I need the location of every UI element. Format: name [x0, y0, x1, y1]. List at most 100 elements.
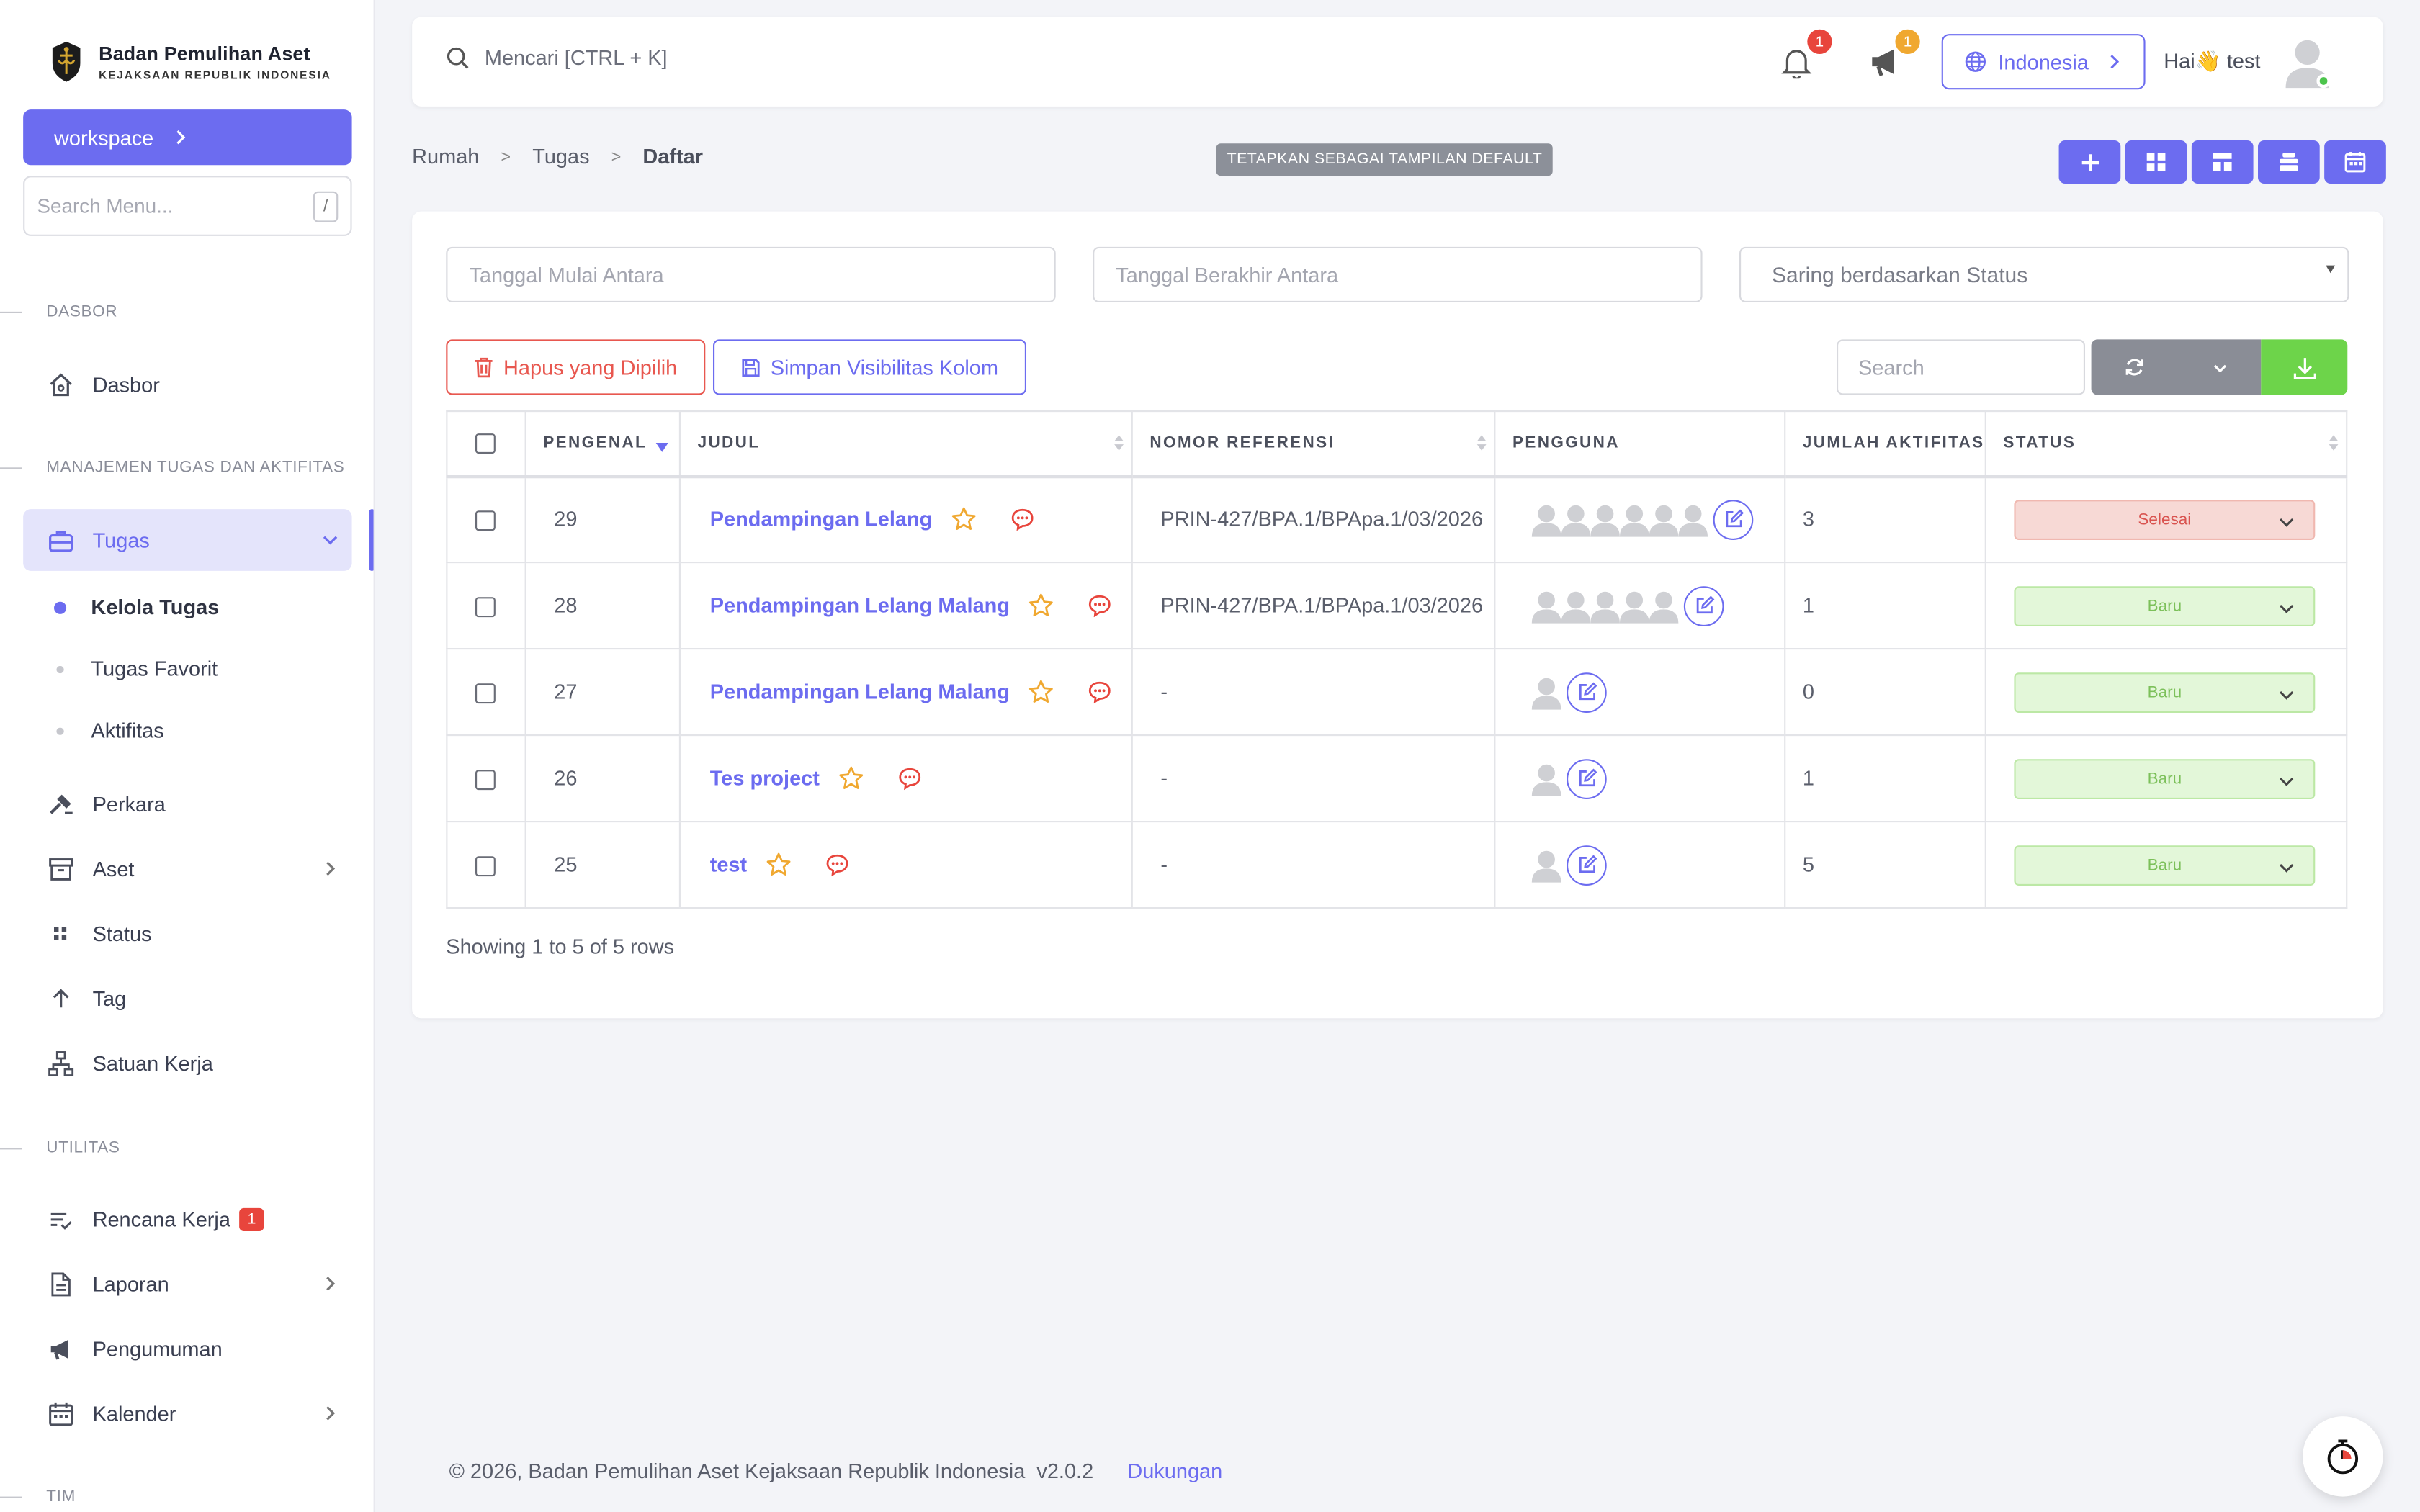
workspace-button[interactable]: workspace — [23, 109, 352, 166]
language-button[interactable]: Indonesia — [1941, 34, 2146, 90]
save-column-visibility-button[interactable]: Simpan Visibilitas Kolom — [712, 339, 1026, 395]
breadcrumb-tasks[interactable]: Tugas — [532, 145, 589, 168]
user-avatar-icon — [1531, 505, 1561, 537]
section-label-dashboard: DASBOR — [0, 302, 117, 321]
status-filter-select[interactable]: Saring berdasarkan Status — [1739, 246, 2349, 302]
comment-icon[interactable] — [1011, 508, 1034, 531]
grid-view-button[interactable] — [2125, 140, 2187, 184]
favorite-star-icon[interactable] — [1028, 593, 1054, 618]
sidebar-subitem-favorite-tasks[interactable]: Tugas Favorit — [54, 657, 218, 680]
sidebar-subitem-manage-tasks[interactable]: Kelola Tugas — [54, 595, 219, 618]
sort-desc-icon — [655, 443, 668, 452]
notifications-button[interactable]: 1 — [1780, 29, 1832, 80]
work-plan-badge: 1 — [239, 1207, 264, 1230]
menu-search-input[interactable] — [37, 194, 300, 218]
status-select[interactable]: Baru — [2014, 758, 2316, 798]
column-header-label: PENGGUNA — [1512, 433, 1620, 453]
edit-users-button[interactable] — [1713, 499, 1754, 540]
view-toolbar — [2058, 140, 2386, 184]
column-header-ref[interactable]: NOMOR REFERENSI — [1131, 410, 1496, 478]
sidebar-item-announcements[interactable]: Pengumuman — [46, 1335, 339, 1363]
briefcase-icon — [46, 526, 74, 554]
brand[interactable]: Badan Pemulihan Aset KEJAKSAAN REPUBLIK … — [50, 40, 331, 84]
list-check-icon — [46, 1205, 74, 1233]
breadcrumb-home[interactable]: Rumah — [412, 145, 479, 168]
sidebar-item-tag[interactable]: Tag — [46, 984, 339, 1012]
sidebar-item-calendar[interactable]: Kalender — [46, 1400, 339, 1428]
task-title-link[interactable]: Pendampingan Lelang Malang — [710, 680, 1010, 703]
edit-users-button[interactable] — [1567, 845, 1607, 885]
sidebar-item-status[interactable]: Status — [46, 919, 339, 948]
comment-icon[interactable] — [1088, 680, 1111, 704]
comment-icon[interactable] — [1088, 594, 1111, 618]
comment-icon[interactable] — [825, 853, 848, 877]
favorite-star-icon[interactable] — [766, 852, 792, 878]
calendar-view-button[interactable] — [2324, 140, 2386, 184]
column-header-status[interactable]: STATUS — [1984, 410, 2348, 478]
task-activity-count: 3 — [1784, 474, 1986, 564]
sidebar-item-label: Tugas — [92, 528, 150, 552]
status-select[interactable]: Baru — [2014, 672, 2316, 712]
support-link[interactable]: Dukungan — [1127, 1459, 1222, 1482]
edit-users-button[interactable] — [1683, 585, 1724, 626]
delete-selected-button[interactable]: Hapus yang Dipilih — [446, 339, 706, 395]
sidebar-item-tasks[interactable]: Tugas — [46, 526, 339, 554]
sidebar-item-label: Rencana Kerja — [92, 1207, 230, 1230]
chevron-right-icon — [176, 130, 185, 145]
edit-users-button[interactable] — [1567, 758, 1607, 798]
chevron-down-icon[interactable] — [2211, 359, 2228, 376]
online-status-indicator — [2316, 73, 2331, 89]
status-select[interactable]: Selesai — [2014, 499, 2316, 540]
table-search-input[interactable] — [1858, 355, 2074, 379]
kanban-view-button[interactable] — [2258, 140, 2320, 184]
edit-users-button[interactable] — [1567, 672, 1607, 712]
edit-icon — [1725, 510, 1744, 528]
column-header-title[interactable]: JUDUL — [678, 410, 1133, 478]
brand-subtitle: KEJAKSAAN REPUBLIK INDONESIA — [99, 67, 331, 81]
sidebar-item-label: Tugas Favorit — [91, 657, 218, 680]
sidebar-item-cases[interactable]: Perkara — [46, 790, 339, 818]
sidebar-item-dashboard[interactable]: Dasbor — [46, 370, 339, 398]
task-title-link[interactable]: Pendampingan Lelang Malang — [710, 594, 1010, 617]
select-all-checkbox[interactable] — [475, 433, 496, 454]
column-header-activity-count: JUMLAH AKTIFITAS — [1784, 410, 1986, 478]
task-title-cell: Pendampingan Lelang — [678, 474, 1133, 564]
favorite-star-icon[interactable] — [1028, 679, 1054, 705]
sidebar-item-reports[interactable]: Laporan — [46, 1270, 339, 1298]
task-users-cell — [1494, 820, 1786, 909]
add-task-button[interactable] — [2058, 140, 2121, 184]
status-select[interactable]: Baru — [2014, 585, 2316, 626]
favorite-star-icon[interactable] — [838, 765, 864, 791]
task-title-link[interactable]: test — [710, 853, 747, 876]
comment-icon[interactable] — [898, 767, 921, 791]
document-icon — [46, 1270, 74, 1298]
footer: © 2026, Badan Pemulihan Aset Kejaksaan R… — [449, 1459, 1223, 1482]
favorite-star-icon[interactable] — [951, 506, 977, 532]
refresh-button[interactable] — [2091, 339, 2262, 395]
sidebar-subitem-activities[interactable]: Aktifitas — [54, 719, 164, 742]
task-title-link[interactable]: Tes project — [710, 767, 820, 790]
start-date-input[interactable] — [469, 263, 1054, 287]
row-checkbox[interactable] — [475, 510, 496, 531]
row-checkbox[interactable] — [475, 597, 496, 618]
sort-icon — [1114, 435, 1124, 451]
set-default-view-button[interactable]: TETAPKAN SEBAGAI TAMPILAN DEFAULT — [1216, 143, 1554, 176]
sidebar-item-work-unit[interactable]: Satuan Kerja — [46, 1049, 339, 1077]
bell-icon — [1781, 50, 1812, 80]
row-checkbox[interactable] — [475, 770, 496, 791]
dashboard-view-button[interactable] — [2191, 140, 2254, 184]
task-title-link[interactable]: Pendampingan Lelang — [710, 508, 933, 531]
sidebar-item-assets[interactable]: Aset — [46, 855, 339, 883]
status-select[interactable]: Baru — [2014, 845, 2316, 885]
row-checkbox[interactable] — [475, 856, 496, 877]
row-checkbox[interactable] — [475, 683, 496, 704]
sidebar-item-work-plan[interactable]: Rencana Kerja 1 — [46, 1205, 339, 1233]
footer-copyright: © 2026, Badan Pemulihan Aset Kejaksaan R… — [449, 1459, 1094, 1483]
chevron-down-icon — [2280, 776, 2294, 786]
announcements-button[interactable]: 1 — [1868, 29, 1920, 78]
column-header-id[interactable]: PENGENAL — [524, 410, 681, 478]
export-button[interactable] — [2261, 339, 2348, 395]
end-date-input[interactable] — [1116, 263, 1701, 287]
global-search[interactable]: Mencari [CTRL + K] — [446, 46, 668, 69]
timer-button[interactable] — [2303, 1416, 2383, 1497]
